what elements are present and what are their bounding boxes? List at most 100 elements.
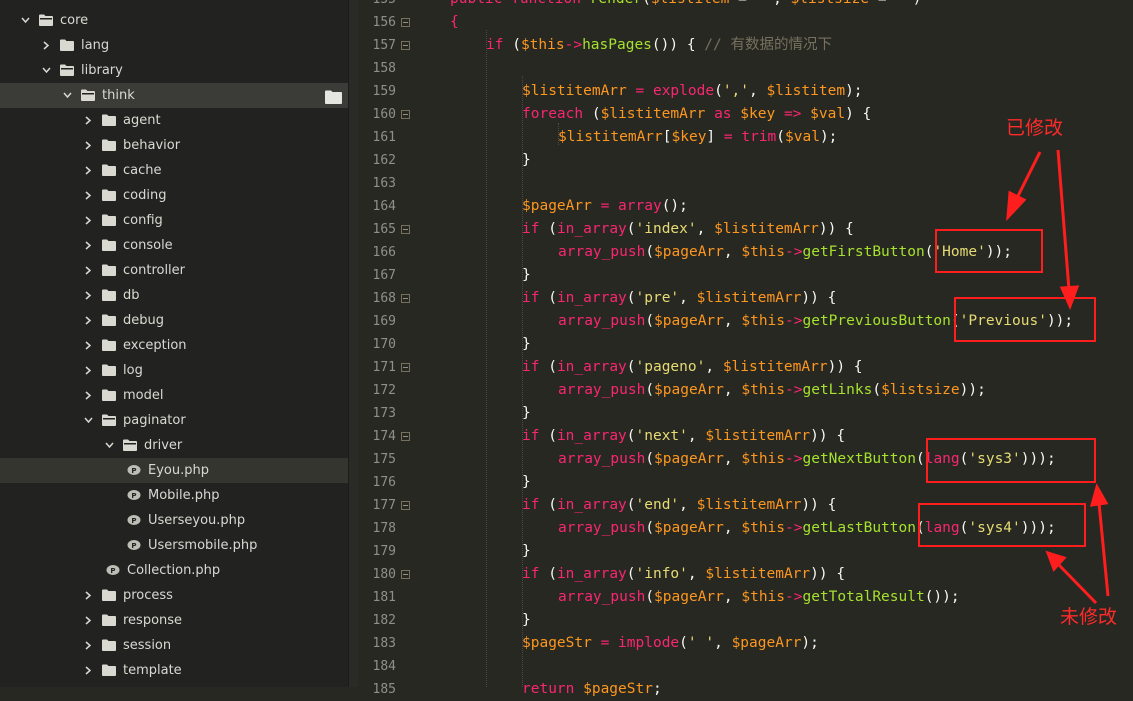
file-userseyou-php[interactable]: P Userseyou.php: [0, 508, 348, 533]
folder-driver[interactable]: driver: [0, 433, 348, 458]
code-token: (: [645, 589, 655, 605]
chevron-right-icon[interactable]: [83, 583, 95, 608]
folder-exception[interactable]: exception: [0, 333, 348, 358]
code-line[interactable]: $listitemArr = explode(',', $listitem);: [522, 80, 863, 103]
chevron-down-icon[interactable]: [62, 83, 74, 108]
chevron-right-icon[interactable]: [83, 208, 95, 233]
code-line[interactable]: if (in_array('next', $listitemArr)) {: [522, 425, 845, 448]
file-usersmobile-php[interactable]: P Usersmobile.php: [0, 533, 348, 558]
folder-think[interactable]: think: [0, 83, 348, 108]
folder-library[interactable]: library: [0, 58, 348, 83]
code-line[interactable]: {: [450, 11, 459, 34]
code-line[interactable]: }: [522, 149, 531, 172]
code-line[interactable]: $pageStr = implode(' ', $pageArr);: [522, 632, 819, 655]
folder-cache[interactable]: cache: [0, 158, 348, 183]
code-token: getLastButton: [802, 520, 916, 536]
chevron-right-icon[interactable]: [41, 33, 53, 58]
folder-agent[interactable]: agent: [0, 108, 348, 133]
code-line[interactable]: public function render($listitem = '', $…: [450, 0, 922, 11]
folder-process[interactable]: process: [0, 583, 348, 608]
code-line[interactable]: }: [522, 264, 531, 287]
code-token: public: [450, 0, 511, 7]
folder-template[interactable]: template: [0, 658, 348, 683]
folder-core[interactable]: core: [0, 8, 348, 33]
folder-behavior[interactable]: behavior: [0, 133, 348, 158]
line-number: 164: [372, 199, 396, 214]
code-line[interactable]: array_push($pageArr, $this->getLinks($li…: [558, 379, 986, 402]
folder-coding[interactable]: coding: [0, 183, 348, 208]
code-token: $listitemArr: [696, 497, 802, 513]
code-line[interactable]: if (in_array('info', $listitemArr)) {: [522, 563, 845, 586]
line-number: 171: [372, 360, 396, 375]
chevron-right-icon[interactable]: [83, 358, 95, 383]
chevron-right-icon[interactable]: [83, 658, 95, 683]
code-line[interactable]: array_push($pageArr, $this->getTotalResu…: [558, 586, 960, 609]
fold-toggle-icon[interactable]: [401, 570, 410, 579]
folder-console[interactable]: console: [0, 233, 348, 258]
chevron-down-icon[interactable]: [20, 8, 32, 33]
fold-toggle-icon[interactable]: [401, 363, 410, 372]
code-line[interactable]: foreach ($listitemArr as $key => $val) {: [522, 103, 871, 126]
folder-response[interactable]: response: [0, 608, 348, 633]
code-line[interactable]: if ($this->hasPages()) { // 有数据的情况下: [486, 34, 832, 57]
code-line[interactable]: $pageArr = array();: [522, 195, 688, 218]
fold-toggle-icon[interactable]: [401, 18, 410, 27]
chevron-down-icon[interactable]: [104, 433, 116, 458]
sidebar-divider[interactable]: [348, 0, 358, 687]
code-line[interactable]: if (in_array('index', $listitemArr)) {: [522, 218, 854, 241]
chevron-right-icon[interactable]: [83, 333, 95, 358]
code-line[interactable]: if (in_array('pageno', $listitemArr)) {: [522, 356, 863, 379]
fold-toggle-icon[interactable]: [401, 225, 410, 234]
code-line[interactable]: return $pageStr;: [522, 678, 662, 701]
chevron-down-icon[interactable]: [41, 58, 53, 83]
folder-session[interactable]: session: [0, 633, 348, 658]
code-token: foreach: [522, 106, 592, 122]
folder-model[interactable]: model: [0, 383, 348, 408]
chevron-down-icon[interactable]: [83, 408, 95, 433]
code-token: (: [626, 497, 636, 513]
chevron-right-icon[interactable]: [83, 383, 95, 408]
code-line[interactable]: if (in_array('pre', $listitemArr)) {: [522, 287, 836, 310]
fold-toggle-icon[interactable]: [401, 110, 410, 119]
code-token: hasPages: [582, 37, 652, 53]
chevron-right-icon[interactable]: [83, 283, 95, 308]
code-token: )) {: [810, 428, 846, 444]
folder-debug[interactable]: debug: [0, 308, 348, 333]
tree-item-label: Userseyou.php: [148, 513, 246, 528]
file-collection-php[interactable]: P Collection.php: [0, 558, 348, 583]
code-line[interactable]: $listitemArr[$key] = trim($val);: [558, 126, 837, 149]
code-line[interactable]: }: [522, 471, 531, 494]
code-line[interactable]: }: [522, 402, 531, 425]
folder-lang[interactable]: lang: [0, 33, 348, 58]
folder-paginator[interactable]: paginator: [0, 408, 348, 433]
code-line[interactable]: }: [522, 540, 531, 563]
fold-toggle-icon[interactable]: [401, 501, 410, 510]
chevron-right-icon[interactable]: [83, 633, 95, 658]
code-line[interactable]: }: [522, 609, 531, 632]
folder-controller[interactable]: controller: [0, 258, 348, 283]
code-token: (: [548, 566, 557, 582]
chevron-right-icon[interactable]: [83, 183, 95, 208]
code-token: 'end': [635, 497, 680, 513]
code-token: (: [626, 428, 636, 444]
code-token: ]: [706, 129, 716, 145]
chevron-right-icon[interactable]: [83, 158, 95, 183]
chevron-right-icon[interactable]: [83, 258, 95, 283]
file-mobile-php[interactable]: P Mobile.php: [0, 483, 348, 508]
folder-db[interactable]: db: [0, 283, 348, 308]
file-eyou-php[interactable]: P Eyou.php: [0, 458, 348, 483]
chevron-right-icon[interactable]: [83, 108, 95, 133]
folder-log[interactable]: log: [0, 358, 348, 383]
code-line[interactable]: if (in_array('end', $listitemArr)) {: [522, 494, 836, 517]
chevron-right-icon[interactable]: [83, 308, 95, 333]
chevron-right-icon[interactable]: [83, 133, 95, 158]
fold-toggle-icon[interactable]: [401, 41, 410, 50]
highlight-box-sys3: [926, 438, 1096, 483]
fold-toggle-icon[interactable]: [401, 432, 410, 441]
code-line[interactable]: }: [522, 333, 531, 356]
chevron-right-icon[interactable]: [83, 233, 95, 258]
fold-toggle-icon[interactable]: [401, 294, 410, 303]
folder-config[interactable]: config: [0, 208, 348, 233]
code-token: $pageArr: [522, 198, 592, 214]
chevron-right-icon[interactable]: [83, 608, 95, 633]
